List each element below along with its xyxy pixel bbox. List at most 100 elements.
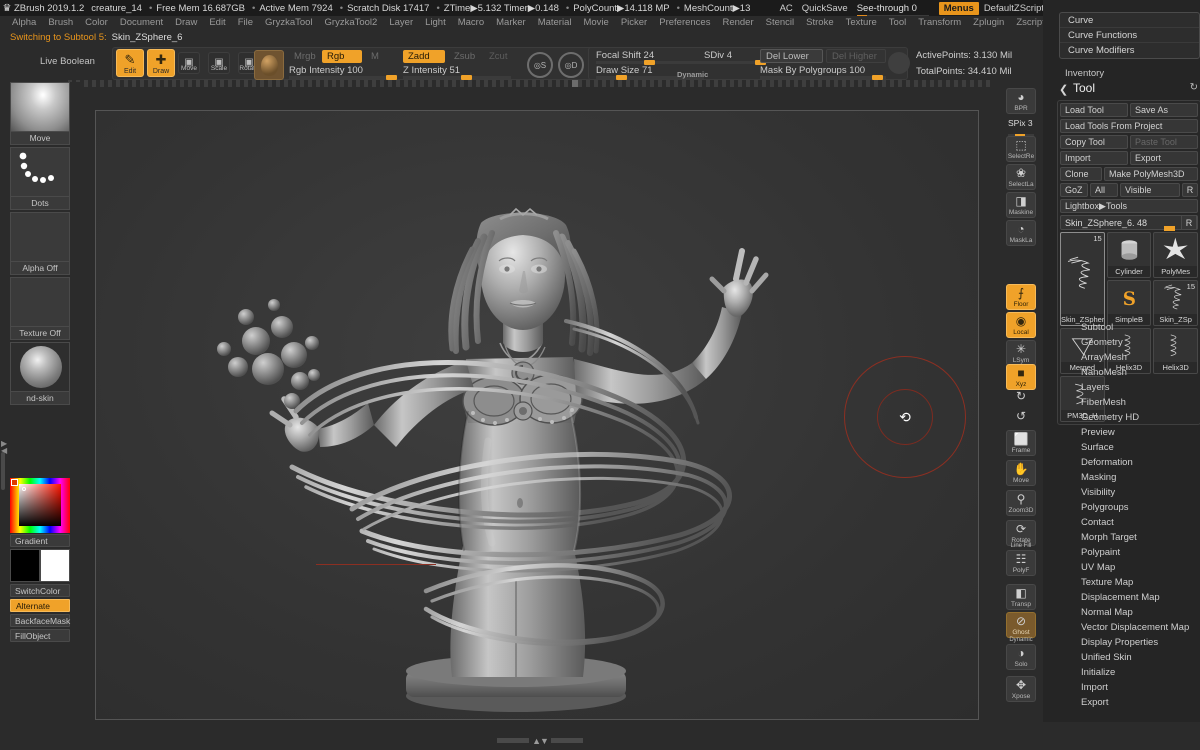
menu-item-light[interactable]: Light [419, 17, 452, 28]
menus-button[interactable]: Menus [938, 1, 979, 15]
load-tool-button[interactable]: Load Tool [1060, 103, 1128, 117]
dropdown-item-curve-modifiers[interactable]: Curve Modifiers [1060, 43, 1199, 58]
right-strip-transp[interactable]: ◧ Transp [1006, 584, 1036, 610]
mrgb-button[interactable]: Mrgb [289, 50, 321, 63]
menu-item-stencil[interactable]: Stencil [760, 17, 801, 28]
backfacemask-button[interactable]: BackfaceMask [10, 614, 70, 627]
dropdown-item-curve[interactable]: Curve [1060, 13, 1199, 28]
tool-menu-normal-map[interactable]: Normal Map [1059, 605, 1199, 620]
menu-item-preferences[interactable]: Preferences [653, 17, 716, 28]
tool-menu-preview[interactable]: Preview [1059, 425, 1199, 440]
right-strip-xyz[interactable]: ■ Xyz [1006, 364, 1036, 390]
quicksave-button[interactable]: QuickSave [802, 3, 848, 14]
tool-menu-import[interactable]: Import [1059, 680, 1199, 695]
focal-shift-slider[interactable]: Focal Shift 24 [596, 50, 704, 65]
right-strip-bpr[interactable]: ◕ BPR [1006, 88, 1036, 114]
live-boolean-label[interactable]: Live Boolean [40, 56, 95, 67]
gradient-button[interactable]: Gradient [10, 534, 70, 547]
scroll-left-bar[interactable] [497, 738, 529, 743]
move-button[interactable]: ▣ Move [178, 52, 200, 74]
visible-button[interactable]: Visible [1120, 183, 1180, 197]
menu-item-gryzkatool[interactable]: GryzkaTool [259, 17, 319, 28]
current-tool-r-button[interactable]: R [1181, 215, 1197, 230]
zcut-button[interactable]: Zcut [484, 50, 512, 63]
menu-item-zplugin[interactable]: Zplugin [967, 17, 1010, 28]
right-strip-xpose[interactable]: ✥ Xpose [1006, 676, 1036, 702]
menu-item-transform[interactable]: Transform [912, 17, 967, 28]
current-tool-namebar[interactable]: Skin_ZSphere_6. 48 R [1060, 215, 1198, 231]
sdiv-slider[interactable]: SDiv 4 [704, 50, 766, 65]
stroke-dots-icon[interactable] [10, 147, 70, 197]
tool-menu-polypaint[interactable]: Polypaint [1059, 545, 1199, 560]
edit-button[interactable]: ✎ Edit [116, 49, 144, 77]
right-strip-local[interactable]: ◉ Local [1006, 312, 1036, 338]
see-through-slider[interactable]: See-through 0 [856, 3, 929, 18]
scroll-arrows-icon[interactable]: ▲▼ [529, 736, 551, 746]
goz-button[interactable]: GoZ [1060, 183, 1088, 197]
tool-thumbnail[interactable]: Cylinder [1106, 232, 1152, 278]
paste-tool-button[interactable]: Paste Tool [1130, 135, 1198, 149]
save-as-button[interactable]: Save As [1130, 103, 1198, 117]
menu-item-color[interactable]: Color [79, 17, 114, 28]
right-strip-polyf[interactable]: ☷ Line Fill PolyF [1006, 543, 1036, 576]
sidebar-arrows-icon[interactable]: ▶ ◀ [1, 440, 7, 455]
del-lower-button[interactable]: Del Lower [760, 49, 823, 63]
alpha-label[interactable]: Alpha Off [10, 262, 70, 275]
tool-menu-deformation[interactable]: Deformation [1059, 455, 1199, 470]
tool-menu-nanomesh[interactable]: NanoMesh [1059, 365, 1199, 380]
right-strip-maskine[interactable]: ◨ Maskine [1006, 192, 1036, 218]
menu-item-alpha[interactable]: Alpha [6, 17, 42, 28]
scale-button[interactable]: ▣ Scale [208, 52, 230, 74]
tool-menu-subtool[interactable]: Subtool [1059, 320, 1199, 335]
canvas-viewport[interactable]: ⟲ [95, 110, 979, 720]
right-strip-floor[interactable]: ⨍ Floor [1006, 284, 1036, 310]
right-strip-maskla[interactable]: ◔ MaskLa [1006, 220, 1036, 246]
texture-label[interactable]: Texture Off [10, 327, 70, 340]
tool-menu-visibility[interactable]: Visibility [1059, 485, 1199, 500]
refresh-icon[interactable]: ↻ [1190, 82, 1198, 93]
dynamic-label[interactable]: Dynamic [677, 70, 708, 79]
menu-item-movie[interactable]: Movie [577, 17, 614, 28]
tool-thumbnail[interactable]: PolyMes [1153, 232, 1198, 278]
ac-button[interactable]: AC [780, 3, 793, 14]
canvas-scroll-control[interactable]: ▲▼ [497, 736, 587, 746]
menu-item-file[interactable]: File [232, 17, 259, 28]
z-intensity-slider[interactable]: Z Intensity 51 [403, 65, 511, 80]
tool-menu-geometry-hd[interactable]: Geometry HD [1059, 410, 1199, 425]
right-strip-rotate-z-icon[interactable]: ↺ [1006, 408, 1036, 426]
brush-preview-icon[interactable] [10, 82, 70, 132]
inventory-label[interactable]: Inventory [1065, 68, 1104, 79]
current-tool-knob[interactable] [1164, 226, 1175, 231]
tool-menu-morph-target[interactable]: Morph Target [1059, 530, 1199, 545]
collapse-arrow-icon[interactable]: ❮ [1059, 83, 1068, 96]
tool-menu-arraymesh[interactable]: ArrayMesh [1059, 350, 1199, 365]
tool-menu-surface[interactable]: Surface [1059, 440, 1199, 455]
sculptris-pro-icon[interactable] [888, 52, 910, 74]
brush-d-button[interactable]: ◎D [558, 52, 584, 78]
menu-item-gryzkatool2[interactable]: GryzkaTool2 [319, 17, 384, 28]
rgb-button[interactable]: Rgb [322, 50, 362, 63]
zadd-button[interactable]: Zadd [403, 50, 445, 63]
material-preview-icon[interactable] [10, 342, 70, 392]
m-button[interactable]: M [366, 50, 384, 63]
menu-item-stroke[interactable]: Stroke [800, 17, 839, 28]
tool-menu-export[interactable]: Export [1059, 695, 1199, 710]
menu-item-marker[interactable]: Marker [490, 17, 532, 28]
material-label[interactable]: nd-skin [10, 392, 70, 405]
menu-item-macro[interactable]: Macro [452, 17, 490, 28]
menu-item-layer[interactable]: Layer [383, 17, 419, 28]
tool-menu-unified-skin[interactable]: Unified Skin [1059, 650, 1199, 665]
fillobject-button[interactable]: FillObject [10, 629, 70, 642]
stroke-label[interactable]: Dots [10, 197, 70, 210]
tool-menu-contact[interactable]: Contact [1059, 515, 1199, 530]
lightbox-tools-button[interactable]: Lightbox▶Tools [1060, 199, 1198, 213]
make-polymesh3d-button[interactable]: Make PolyMesh3D [1104, 167, 1198, 181]
tool-menu-layers[interactable]: Layers [1059, 380, 1199, 395]
rgb-intensity-slider[interactable]: Rgb Intensity 100 [289, 65, 397, 80]
del-higher-button[interactable]: Del Higher [826, 49, 886, 63]
right-strip-selectla[interactable]: ❀ SelectLa [1006, 164, 1036, 190]
menu-item-brush[interactable]: Brush [42, 17, 79, 28]
import-button[interactable]: Import [1060, 151, 1128, 165]
tool-menu-initialize[interactable]: Initialize [1059, 665, 1199, 680]
tool-menu-vector-displacement-map[interactable]: Vector Displacement Map [1059, 620, 1199, 635]
